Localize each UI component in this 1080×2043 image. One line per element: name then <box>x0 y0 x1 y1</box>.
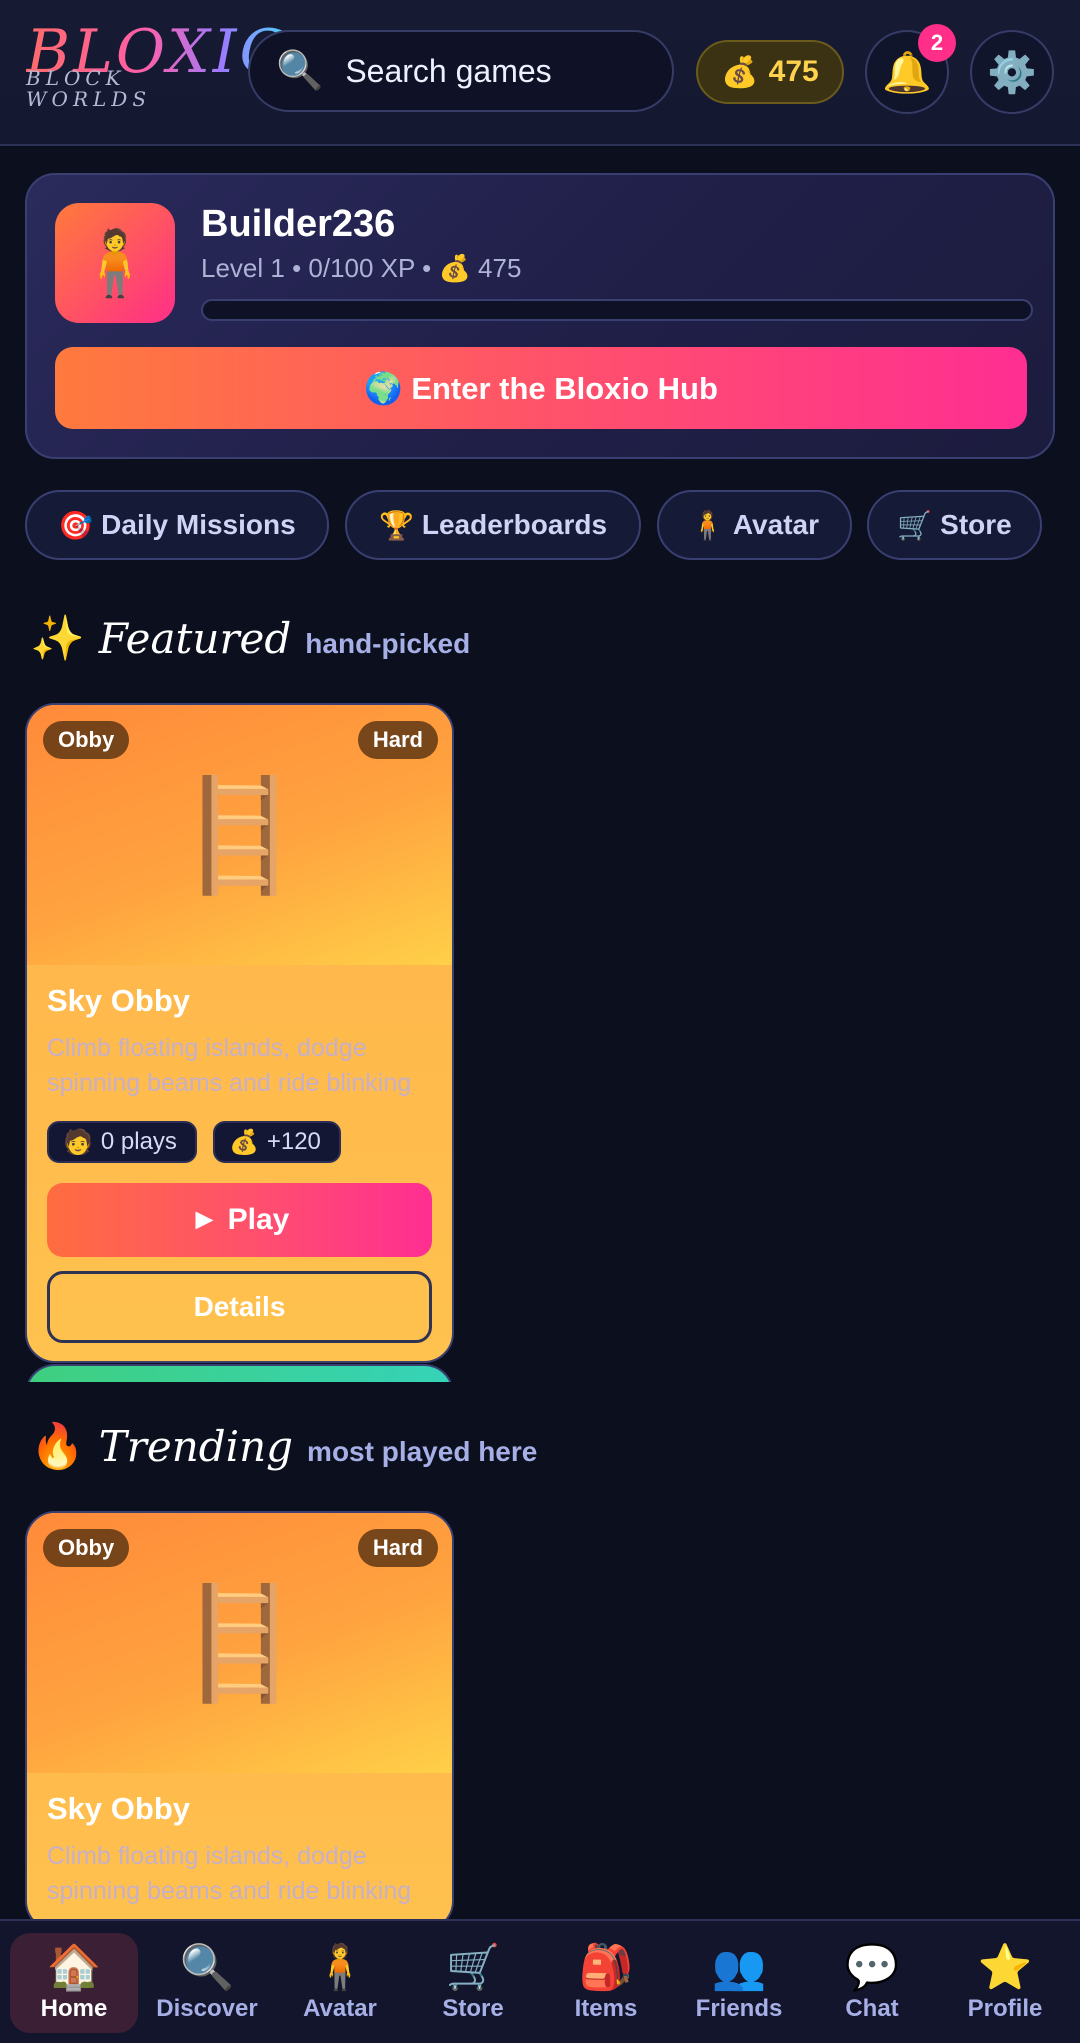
cart-icon: 🛒 <box>897 509 933 541</box>
genre-tag: Obby <box>43 1529 130 1567</box>
featured-header: ✨ Featured hand-picked <box>30 612 470 664</box>
genre-tag: Obby <box>43 721 130 759</box>
person-icon: 🧍 <box>312 1943 368 1992</box>
cart-icon: 🛒 <box>445 1943 501 1992</box>
carousel-clip <box>0 1382 1080 1412</box>
ladder-icon: 🪜 <box>171 773 308 897</box>
enter-hub-button[interactable]: 🌍 Enter the Bloxio Hub <box>55 347 1027 429</box>
nav-label: Friends <box>695 1995 783 2022</box>
xp-progress-bar <box>201 299 1033 321</box>
card-body: Sky Obby Climb floating islands, dodge s… <box>27 965 452 1343</box>
backpack-icon: 🎒 <box>578 1943 634 1992</box>
search-input[interactable]: Search games <box>345 53 551 90</box>
game-description: Climb floating islands, dodge spinning b… <box>47 1034 412 1097</box>
card-thumbnail: Obby Hard 🪜 <box>27 705 452 965</box>
section-subtitle: hand-picked <box>305 628 471 659</box>
ladder-icon: 🪜 <box>171 1581 308 1705</box>
nav-label: Chat <box>845 1995 899 2022</box>
nav-label: Home <box>40 1995 108 2022</box>
nav-friends[interactable]: 👥 Friends <box>675 1933 803 2033</box>
fire-icon: 🔥 <box>30 1422 85 1471</box>
chip-label: Leaderboards <box>421 509 608 540</box>
chip-avatar[interactable]: 🧍 Avatar <box>657 490 852 560</box>
search-bar[interactable]: 🔍 Search games <box>248 30 674 112</box>
game-card-featured[interactable]: Obby Hard 🪜 Sky Obby Climb floating isla… <box>25 703 454 1363</box>
section-subtitle: most played here <box>307 1436 538 1467</box>
section-title: Trending <box>98 1422 294 1471</box>
nav-profile[interactable]: ⭐ Profile <box>941 1933 1069 2033</box>
home-icon: 🏠 <box>46 1943 102 1992</box>
nav-chat[interactable]: 💬 Chat <box>808 1933 936 2033</box>
nav-label: Discover <box>156 1995 258 2022</box>
app-root: BLOXIC BLOCK WORLDS 🔍 Search games 💰 475… <box>0 0 1080 2043</box>
section-title: Featured <box>98 614 292 663</box>
settings-button[interactable]: ⚙️ <box>970 30 1054 114</box>
chip-label: Store <box>940 509 1012 540</box>
coin-bag-icon: 💰 <box>228 1128 259 1156</box>
coin-balance[interactable]: 💰 475 <box>696 40 844 104</box>
plays-stat: 🧑 0 plays <box>47 1121 197 1163</box>
coin-count: 475 <box>768 55 819 88</box>
card-thumbnail: Obby Hard 🪜 <box>27 1513 452 1773</box>
target-icon: 🎯 <box>58 509 94 541</box>
bloxic-logo[interactable]: BLOXIC BLOCK WORLDS <box>26 18 285 118</box>
game-title: Sky Obby <box>47 983 190 1018</box>
nav-avatar[interactable]: 🧍 Avatar <box>276 1933 404 2033</box>
plays-count: 0 plays <box>100 1128 177 1155</box>
coin-bag-icon: 💰 <box>721 55 759 89</box>
chip-store[interactable]: 🛒 Store <box>867 490 1042 560</box>
username: Builder236 <box>201 203 396 245</box>
top-bar: BLOXIC BLOCK WORLDS 🔍 Search games 💰 475… <box>0 0 1080 146</box>
chip-label: Avatar <box>732 509 819 540</box>
chip-daily-missions[interactable]: 🎯 Daily Missions <box>25 490 329 560</box>
trophy-icon: 🏆 <box>378 509 414 541</box>
nav-home[interactable]: 🏠 Home <box>10 1933 138 2033</box>
game-card-trending[interactable]: Obby Hard 🪜 Sky Obby Climb floating isla… <box>25 1511 454 1931</box>
gear-icon: ⚙️ <box>987 50 1037 95</box>
play-button[interactable]: ► Play <box>47 1183 432 1257</box>
reward-amount: +120 <box>266 1128 321 1155</box>
search-icon: 🔍 <box>179 1943 235 1992</box>
trending-header: 🔥 Trending most played here <box>30 1420 537 1472</box>
difficulty-tag: Hard <box>357 1529 438 1567</box>
nav-label: Store <box>442 1995 504 2022</box>
nav-label: Profile <box>967 1995 1043 2022</box>
avatar-person-icon: 🧍 <box>75 226 155 299</box>
chip-leaderboards[interactable]: 🏆 Leaderboards <box>345 490 641 560</box>
nav-items[interactable]: 🎒 Items <box>542 1933 670 2033</box>
nav-label: Items <box>574 1995 638 2022</box>
star-icon: ⭐ <box>977 1943 1033 1992</box>
search-icon: 🔍 <box>276 50 324 92</box>
chip-label: Daily Missions <box>101 509 296 540</box>
game-stats: 🧑 0 plays 💰 +120 <box>47 1121 432 1163</box>
game-title: Sky Obby <box>47 1791 190 1826</box>
person-icon: 🧍 <box>690 509 725 541</box>
profile-card: 🧍 Builder236 Level 1 • 0/100 XP • 💰 475 … <box>25 173 1055 459</box>
notification-badge: 2 <box>918 24 956 62</box>
reward-stat: 💰 +120 <box>212 1121 341 1163</box>
nav-label: Avatar <box>303 1995 377 2022</box>
player-icon: 🧑 <box>63 1128 93 1156</box>
chat-bubble-icon: 💬 <box>844 1943 900 1992</box>
card-body: Sky Obby Climb floating islands, dodge s… <box>27 1773 452 1909</box>
level-xp-coins: Level 1 • 0/100 XP • 💰 475 <box>201 253 522 283</box>
logo-tagline: BLOCK WORLDS <box>26 66 152 111</box>
difficulty-tag: Hard <box>357 721 438 759</box>
game-description: Climb floating islands, dodge spinning b… <box>47 1842 412 1905</box>
bottom-nav: 🏠 Home 🔍 Discover 🧍 Avatar 🛒 Store 🎒 Ite… <box>0 1919 1080 2043</box>
sparkles-icon: ✨ <box>30 614 85 663</box>
nav-store[interactable]: 🛒 Store <box>409 1933 537 2033</box>
nav-discover[interactable]: 🔍 Discover <box>143 1933 271 2033</box>
avatar[interactable]: 🧍 <box>55 203 175 323</box>
details-button[interactable]: Details <box>47 1271 432 1343</box>
friends-icon: 👥 <box>711 1943 767 1992</box>
